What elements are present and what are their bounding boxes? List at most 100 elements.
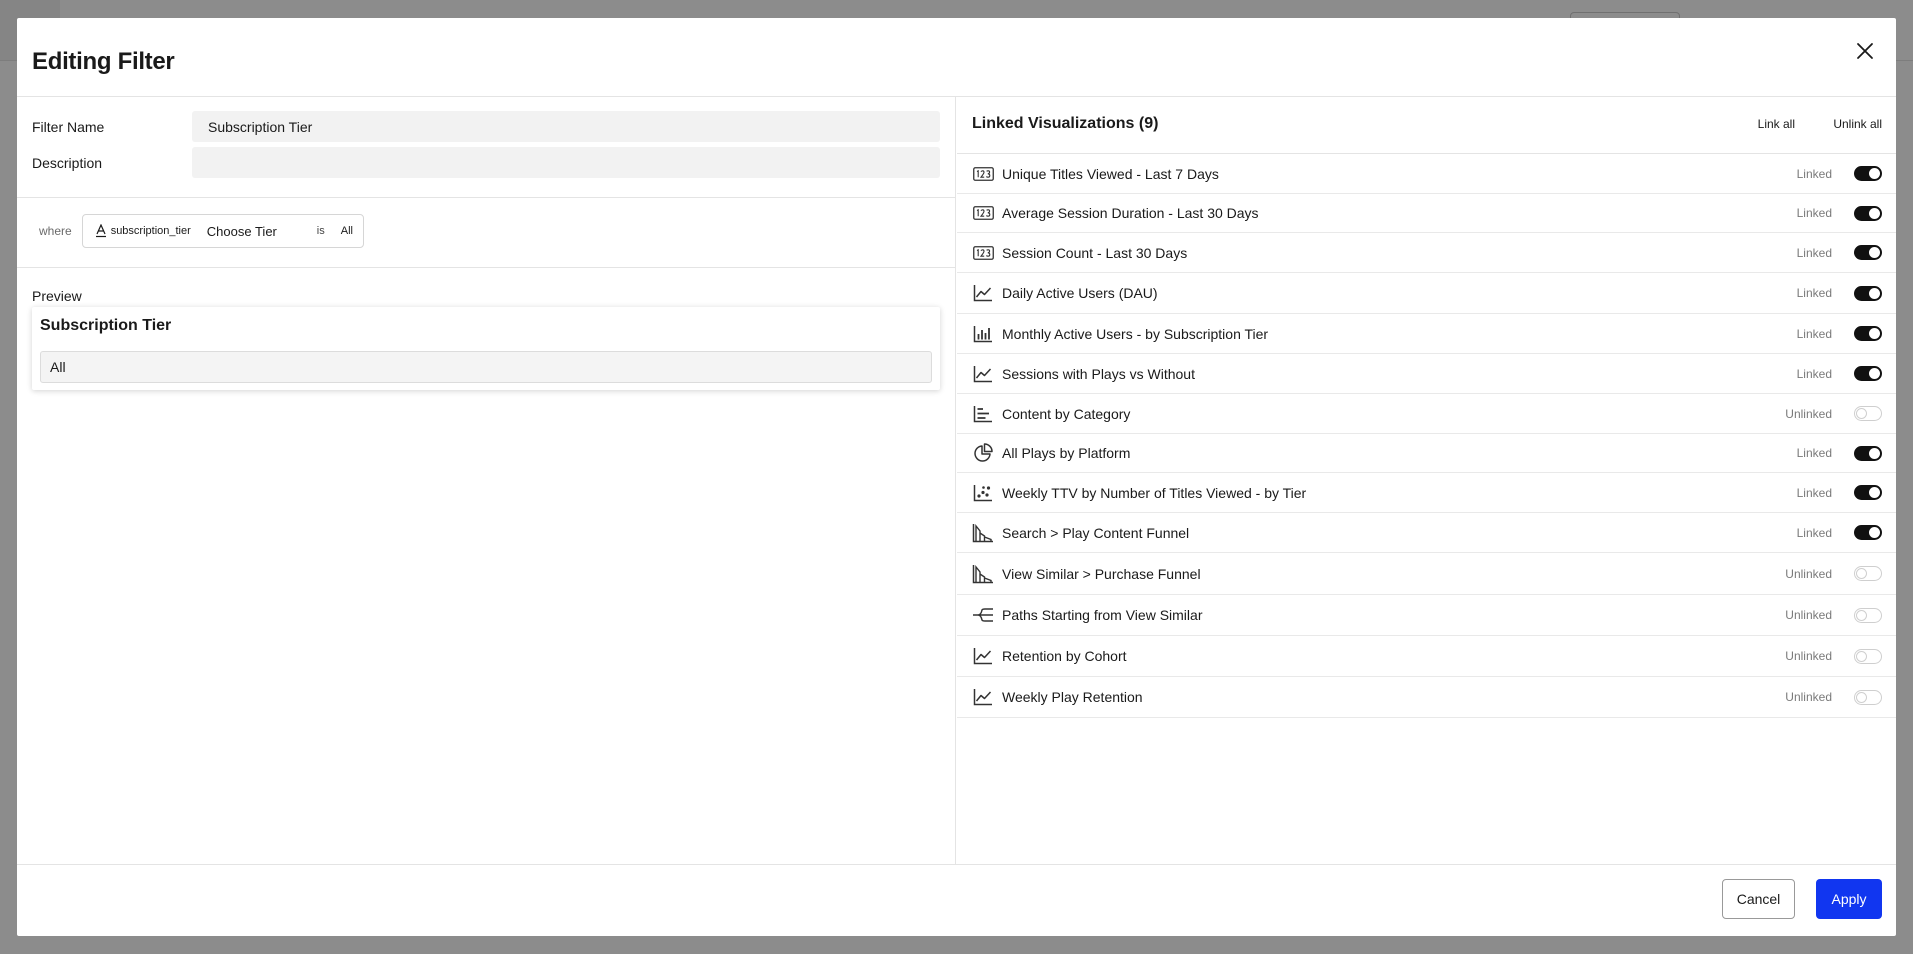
condition-field[interactable]: subscription_tier	[95, 224, 191, 238]
condition-chip[interactable]: subscription_tier Choose Tier is All	[81, 214, 364, 248]
toggle-knob	[1869, 368, 1880, 379]
link-toggle[interactable]	[1854, 485, 1882, 500]
visualization-row: Sessions with Plays vs Without Linked	[957, 354, 1896, 394]
link-status: Linked	[1796, 166, 1832, 181]
toggle-knob	[1856, 650, 1867, 662]
text-type-icon	[95, 224, 106, 238]
preview-select[interactable]: All	[40, 351, 932, 383]
visualization-row: Paths Starting from View Similar Unlinked	[957, 595, 1896, 636]
filter-name-row: Filter Name Subscription Tier	[32, 111, 940, 142]
toggle-knob	[1856, 568, 1867, 579]
bar-chart-icon	[972, 323, 994, 345]
link-status: Linked	[1796, 286, 1832, 300]
line-chart-icon	[972, 645, 994, 667]
link-toggle[interactable]	[1854, 245, 1882, 260]
link-toggle[interactable]	[1854, 166, 1882, 181]
funnel-icon	[972, 563, 994, 585]
link-toggle[interactable]	[1854, 326, 1882, 341]
link-toggle[interactable]	[1854, 366, 1882, 381]
divider	[17, 197, 956, 198]
link-status: Linked	[1796, 485, 1832, 500]
linked-visualizations-pane: Linked Visualizations (9) Link all Unlin…	[957, 97, 1896, 864]
visualization-row: Monthly Active Users - by Subscription T…	[957, 314, 1896, 354]
visualization-name: Search > Play Content Funnel	[1002, 524, 1190, 541]
line-chart-icon	[972, 363, 994, 385]
link-status: Linked	[1796, 446, 1832, 460]
modal-footer: Cancel Apply	[17, 864, 1896, 936]
toggle-knob	[1869, 168, 1880, 179]
link-status: Linked	[1796, 245, 1832, 260]
visualization-row: View Similar > Purchase Funnel Unlinked	[957, 553, 1896, 595]
filter-settings-pane: Filter Name Subscription Tier Descriptio…	[17, 97, 956, 864]
toggle-knob	[1869, 447, 1880, 459]
close-icon	[1857, 43, 1873, 59]
condition-operator[interactable]: is	[317, 225, 325, 237]
link-toggle[interactable]	[1854, 406, 1882, 421]
link-toggle[interactable]	[1854, 607, 1882, 623]
link-toggle[interactable]	[1854, 445, 1882, 461]
toggle-knob	[1856, 609, 1867, 621]
link-status: Unlinked	[1785, 649, 1832, 663]
preview-title: Subscription Tier	[40, 317, 172, 334]
paths-icon	[972, 604, 994, 626]
condition-value[interactable]: All	[341, 225, 353, 237]
funnel-icon	[972, 522, 994, 544]
description-input[interactable]	[192, 147, 940, 178]
where-label: where	[39, 224, 72, 238]
link-toggle[interactable]	[1854, 525, 1882, 540]
close-button[interactable]	[1850, 36, 1880, 66]
unlink-all-button[interactable]: Unlink all	[1833, 117, 1882, 131]
link-toggle[interactable]	[1854, 648, 1882, 664]
visualization-name: Retention by Cohort	[1002, 648, 1127, 664]
editing-filter-modal: Editing Filter Filter Name Subscription …	[17, 18, 1896, 936]
link-all-button[interactable]: Link all	[1758, 117, 1795, 131]
description-label: Description	[32, 154, 103, 171]
number-icon	[972, 242, 994, 264]
visualization-row: Weekly TTV by Number of Titles Viewed - …	[957, 473, 1896, 513]
visualization-name: Sessions with Plays vs Without	[1002, 365, 1195, 382]
link-toggle[interactable]	[1854, 566, 1882, 581]
visualization-row: Search > Play Content Funnel Linked	[957, 513, 1896, 553]
modal-header: Editing Filter	[17, 18, 1896, 97]
visualization-name: Weekly Play Retention	[1002, 689, 1143, 705]
visualization-row: All Plays by Platform Linked	[957, 434, 1896, 473]
number-icon	[972, 163, 994, 185]
filter-name-input[interactable]: Subscription Tier	[192, 111, 940, 142]
visualization-name: Unique Titles Viewed - Last 7 Days	[1002, 165, 1219, 182]
visualization-name: Monthly Active Users - by Subscription T…	[1002, 325, 1269, 342]
toggle-knob	[1869, 328, 1880, 339]
linked-header: Linked Visualizations (9) Link all Unlin…	[957, 97, 1896, 154]
link-status: Linked	[1796, 206, 1832, 220]
linked-title: Linked Visualizations (9)	[972, 115, 1159, 132]
toggle-knob	[1856, 408, 1867, 419]
visualization-row: Daily Active Users (DAU) Linked	[957, 273, 1896, 314]
visualization-row: Weekly Play Retention Unlinked	[957, 677, 1896, 718]
link-toggle[interactable]	[1854, 689, 1882, 705]
link-status: Unlinked	[1785, 406, 1832, 421]
link-status: Unlinked	[1785, 690, 1832, 704]
pie-chart-icon	[972, 442, 994, 464]
visualization-row: Session Count - Last 30 Days Linked	[957, 233, 1896, 273]
toggle-knob	[1869, 247, 1880, 258]
link-toggle[interactable]	[1854, 285, 1882, 301]
modal-title: Editing Filter	[32, 48, 175, 75]
line-chart-icon	[972, 282, 994, 304]
link-toggle[interactable]	[1854, 205, 1882, 221]
toggle-knob	[1856, 691, 1867, 703]
apply-button[interactable]: Apply	[1816, 879, 1882, 919]
toggle-knob	[1869, 527, 1880, 538]
horizontal-bar-icon	[972, 403, 994, 425]
visualization-row: Content by Category Unlinked	[957, 394, 1896, 434]
filter-name-label: Filter Name	[32, 118, 105, 135]
condition-field-name: subscription_tier	[110, 225, 191, 237]
cancel-button[interactable]: Cancel	[1722, 879, 1795, 919]
description-row: Description	[32, 147, 940, 178]
link-status: Unlinked	[1785, 608, 1832, 622]
link-status: Linked	[1796, 366, 1832, 381]
divider	[17, 267, 956, 268]
condition-choose-label[interactable]: Choose Tier	[207, 224, 317, 239]
toggle-knob	[1869, 287, 1880, 299]
visualization-list: Unique Titles Viewed - Last 7 Days Linked…	[957, 154, 1896, 718]
toggle-knob	[1869, 487, 1880, 498]
preview-label: Preview	[32, 288, 82, 304]
